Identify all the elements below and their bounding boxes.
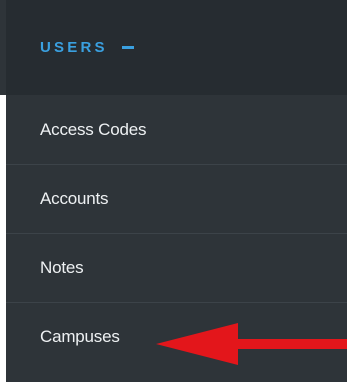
menu-item-label: Access Codes [40, 119, 147, 139]
menu-item-label: Campuses [40, 327, 120, 346]
minus-icon[interactable] [121, 46, 134, 49]
section-title: USERS [40, 39, 108, 56]
section-header-users[interactable]: USERS [6, 0, 347, 95]
menu-item-label: Notes [40, 258, 84, 277]
menu-item-access-codes[interactable]: Access Codes [6, 95, 347, 164]
red-arrow-icon [156, 323, 347, 365]
menu-item-label: Accounts [40, 189, 109, 208]
menu-item-accounts[interactable]: Accounts [6, 164, 347, 233]
menu-item-notes[interactable]: Notes [6, 233, 347, 302]
